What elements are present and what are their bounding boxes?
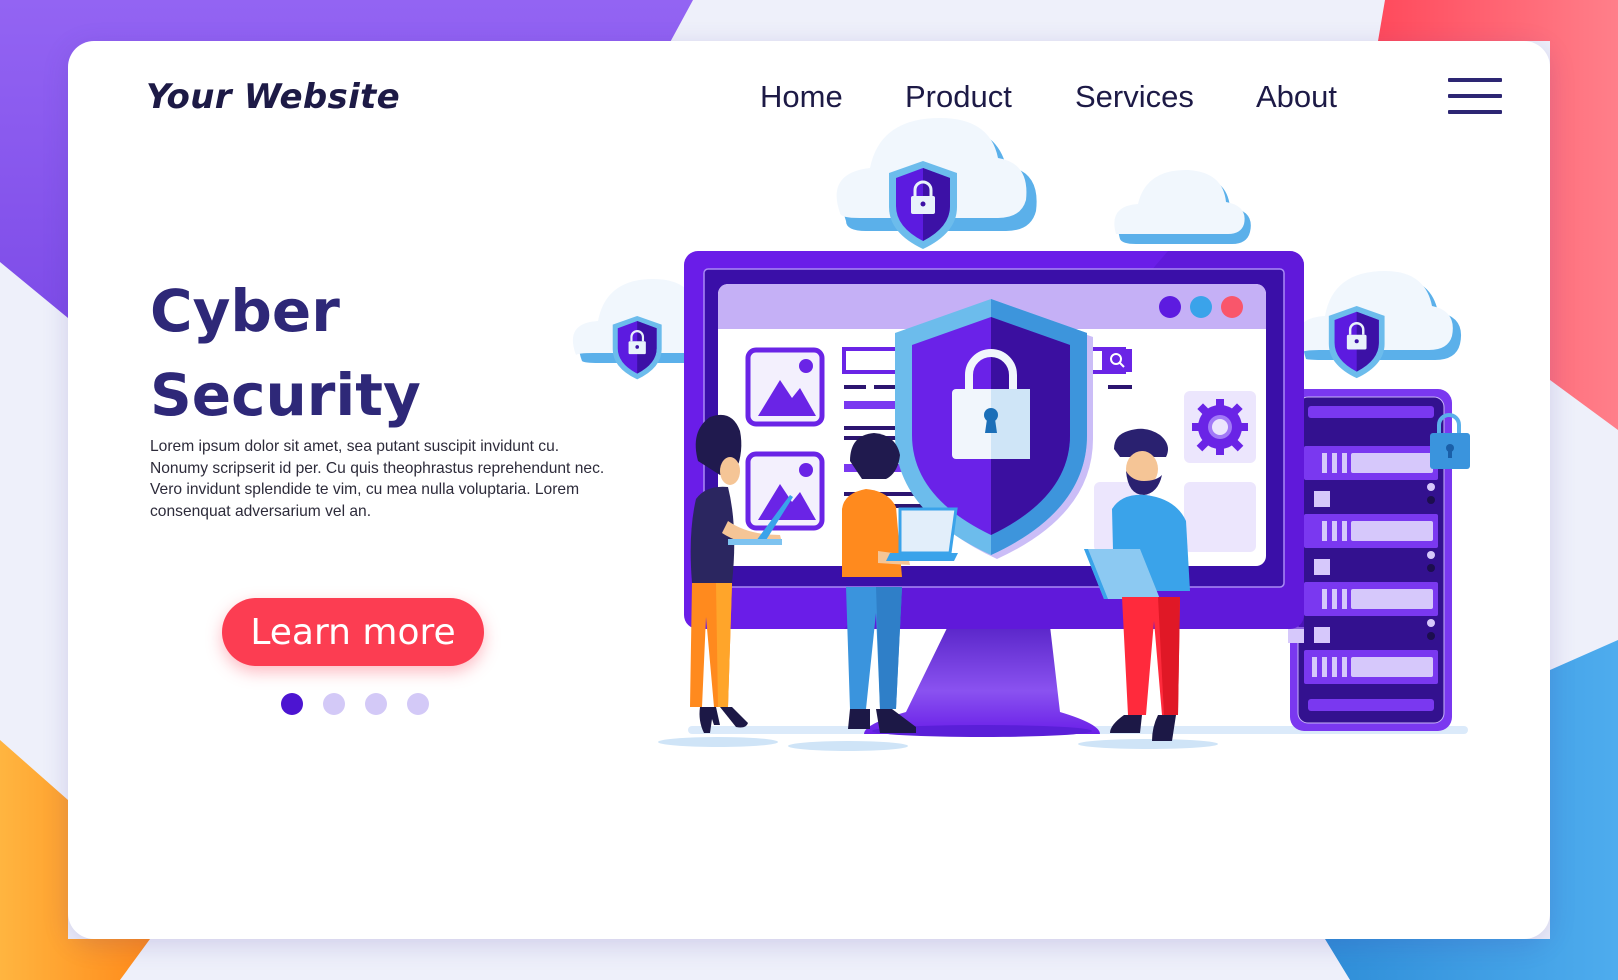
image-icon-2	[745, 451, 825, 531]
cyber-security-illustration	[572, 118, 1470, 751]
cloud-lock-icon-right	[1297, 271, 1462, 379]
image-icon	[745, 347, 825, 427]
window-dot-blue	[1190, 296, 1212, 318]
window-dot-red	[1221, 296, 1243, 318]
landing-card: Your Website Home Product Services About…	[68, 41, 1550, 939]
cloud-lock-icon	[836, 118, 1037, 249]
server-icon	[1288, 389, 1452, 731]
cloud-icon	[1114, 169, 1251, 244]
window-dot-purple	[1159, 296, 1181, 318]
gear-icon	[1184, 391, 1256, 463]
